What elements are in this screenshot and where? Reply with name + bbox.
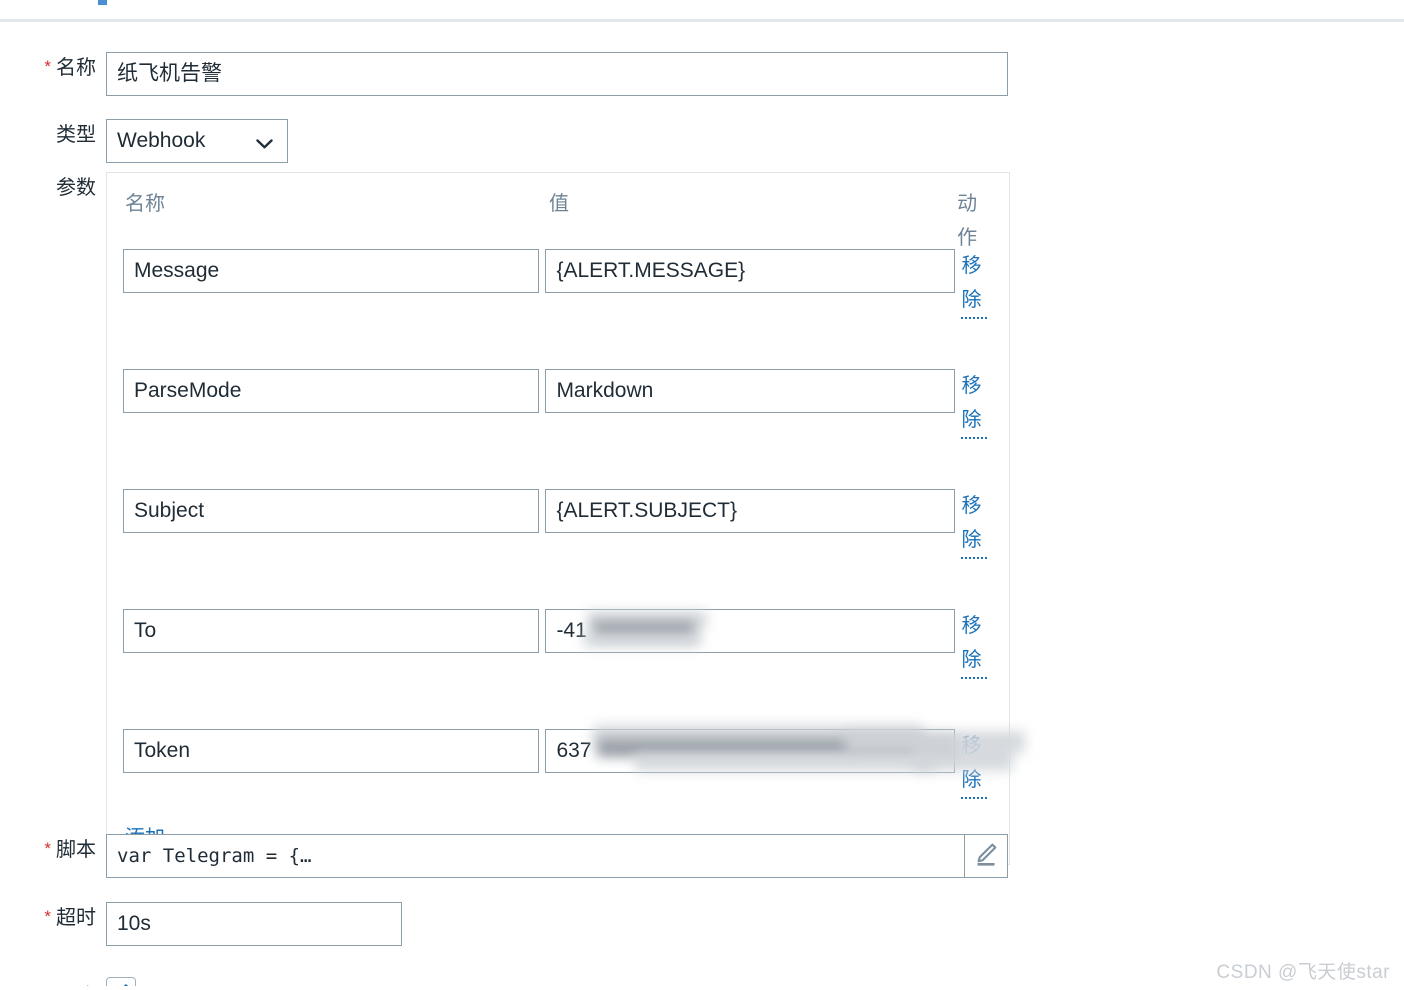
parameter-value-input[interactable]: Markdown <box>545 369 956 413</box>
csdn-watermark: CSDN @飞天使star <box>1216 962 1390 983</box>
parameter-action-cell: 移除 <box>955 609 995 679</box>
label-type-text: 类型 <box>56 124 96 146</box>
parameter-name-cell: Message <box>123 249 545 293</box>
bottom-clip-mask <box>0 986 1404 990</box>
parameter-value-input[interactable]: {ALERT.SUBJECT} <box>545 489 956 533</box>
top-cutoff-strip <box>0 0 1404 19</box>
table-row: Subject {ALERT.SUBJECT} 移除 <box>123 489 995 559</box>
form-row-script: * 脚本 var Telegram = {… <box>14 834 1008 878</box>
table-row: ParseMode Markdown 移除 <box>123 369 995 439</box>
form-row-name: * 名称 纸飞机告警 <box>14 52 1008 96</box>
parameter-name-input[interactable]: Message <box>123 249 539 293</box>
timeout-input[interactable]: 10s <box>106 902 402 946</box>
label-timeout: * 超时 <box>14 902 106 933</box>
label-name-text: 名称 <box>56 57 96 79</box>
label-parameters-text: 参数 <box>56 177 96 199</box>
remove-parameter-link[interactable]: 移除 <box>961 609 988 679</box>
parameters-panel: 名称 值 动作 Message {ALERT.MESSAGE} 移除 Parse… <box>106 172 1026 865</box>
label-type: 类型 <box>14 119 106 150</box>
required-mark-script: * <box>44 839 51 858</box>
required-mark-name: * <box>44 57 51 76</box>
label-timeout-text: 超时 <box>56 907 96 929</box>
column-header-action: 动作 <box>957 193 978 249</box>
top-cutoff-element <box>98 0 107 5</box>
form-row-parameters: 参数 名称 值 动作 Message {ALERT.MESSAGE} 移除 Pa… <box>14 172 1026 865</box>
parameter-value-input[interactable]: -41 <box>545 609 956 653</box>
parameter-name-input[interactable]: Subject <box>123 489 539 533</box>
table-row: To -41 移除 <box>123 609 995 679</box>
parameters-table-header: 名称 值 动作 <box>123 187 995 249</box>
parameter-name-input[interactable]: To <box>123 609 539 653</box>
parameter-action-cell: 移除 <box>955 249 995 319</box>
table-row: Message {ALERT.MESSAGE} 移除 <box>123 249 995 319</box>
remove-parameter-link[interactable]: 移除 <box>961 249 988 319</box>
label-parameters: 参数 <box>14 172 106 203</box>
parameter-value-input[interactable]: {ALERT.MESSAGE} <box>545 249 956 293</box>
form-row-timeout: * 超时 10s <box>14 902 402 946</box>
parameter-value-input[interactable]: 637 <box>545 729 956 773</box>
parameter-value-cell: 637 <box>545 725 1026 773</box>
parameter-value-cell: -41 <box>545 609 956 653</box>
remove-parameter-link[interactable]: 移除 <box>961 729 988 799</box>
script-edit-button[interactable] <box>964 834 1008 878</box>
name-input[interactable]: 纸飞机告警 <box>106 52 1008 96</box>
script-field-group: var Telegram = {… <box>106 834 1008 878</box>
header-divider <box>0 19 1404 22</box>
label-name: * 名称 <box>14 52 106 83</box>
parameter-name-input[interactable]: ParseMode <box>123 369 539 413</box>
parameter-name-cell: Subject <box>123 489 545 533</box>
script-input[interactable]: var Telegram = {… <box>106 834 964 878</box>
parameter-value-cell: {ALERT.MESSAGE} <box>545 249 956 293</box>
parameter-name-cell: ParseMode <box>123 369 545 413</box>
column-header-name: 名称 <box>125 193 165 215</box>
parameter-action-cell: 移除 <box>955 369 995 439</box>
label-script: * 脚本 <box>14 834 106 865</box>
remove-parameter-link[interactable]: 移除 <box>961 489 988 559</box>
parameter-action-cell: 移除 <box>955 729 995 799</box>
chevron-down-icon <box>256 136 273 149</box>
parameter-name-input[interactable]: Token <box>123 729 539 773</box>
parameter-name-cell: Token <box>123 729 545 773</box>
label-script-text: 脚本 <box>56 839 96 861</box>
parameter-value-cell: {ALERT.SUBJECT} <box>545 489 956 533</box>
webhook-media-type-form-page: * 名称 纸飞机告警 类型 Webhook 参数 名称 值 动作 Message… <box>0 0 1404 990</box>
pencil-edit-icon <box>973 841 999 872</box>
type-select[interactable]: Webhook <box>106 119 288 163</box>
type-select-value: Webhook <box>117 129 206 152</box>
column-header-value: 值 <box>549 193 570 215</box>
form-row-type: 类型 Webhook <box>14 119 288 163</box>
parameter-value-cell: Markdown <box>545 369 956 413</box>
remove-parameter-link[interactable]: 移除 <box>961 369 988 439</box>
required-mark-timeout: * <box>44 907 51 926</box>
parameter-action-cell: 移除 <box>955 489 995 559</box>
table-row: Token 637 移除 <box>123 725 1026 799</box>
parameter-name-cell: To <box>123 609 545 653</box>
